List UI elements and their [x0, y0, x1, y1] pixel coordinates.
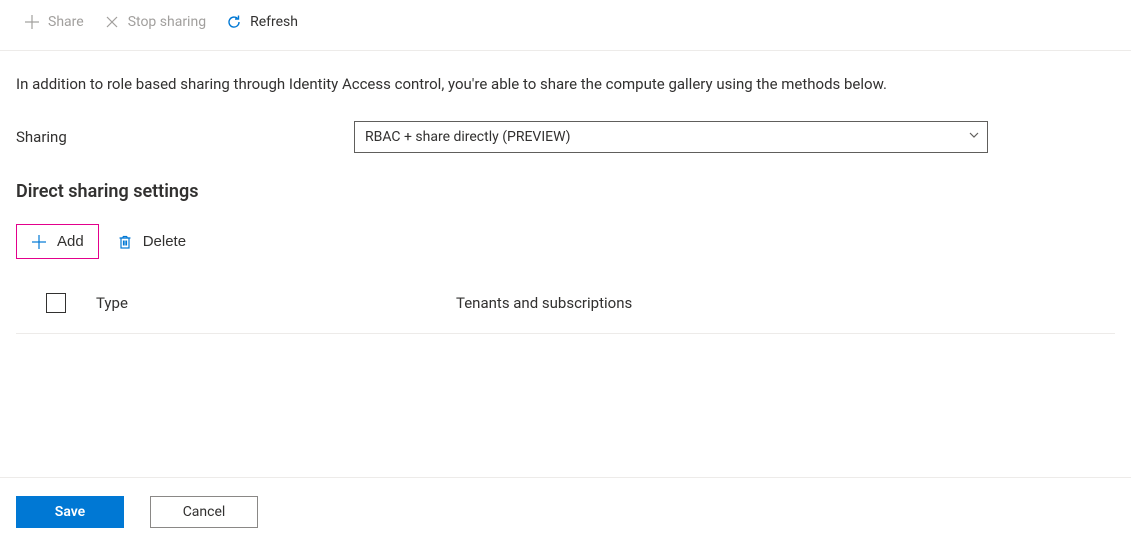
sharing-row: Sharing RBAC + share directly (PREVIEW) — [16, 121, 1115, 153]
x-icon — [104, 14, 120, 30]
add-label: Add — [57, 233, 84, 250]
command-bar: Share Stop sharing Refresh — [0, 0, 1131, 51]
delete-button[interactable]: Delete — [107, 225, 196, 258]
save-button[interactable]: Save — [16, 496, 124, 528]
plus-icon — [31, 234, 47, 250]
trash-icon — [117, 234, 133, 250]
footer-bar: Save Cancel — [0, 477, 1131, 546]
stop-sharing-button: Stop sharing — [96, 10, 214, 34]
description-text: In addition to role based sharing throug… — [16, 75, 1115, 93]
stop-sharing-label: Stop sharing — [128, 14, 206, 30]
direct-sharing-heading: Direct sharing settings — [16, 181, 1115, 202]
share-label: Share — [48, 14, 84, 30]
column-type: Type — [96, 294, 456, 312]
content-area: In addition to role based sharing throug… — [0, 51, 1131, 334]
plus-icon — [24, 14, 40, 30]
sharing-select[interactable]: RBAC + share directly (PREVIEW) — [354, 121, 988, 153]
delete-label: Delete — [143, 233, 186, 250]
header-checkbox-cell — [16, 293, 96, 313]
select-all-checkbox[interactable] — [46, 293, 66, 313]
table-header-row: Type Tenants and subscriptions — [16, 287, 1115, 319]
sharing-table: Type Tenants and subscriptions — [16, 287, 1115, 334]
action-row: Add Delete — [16, 224, 1115, 259]
sharing-label: Sharing — [16, 128, 354, 146]
column-tenants: Tenants and subscriptions — [456, 294, 1115, 312]
sharing-value: RBAC + share directly (PREVIEW) — [365, 129, 571, 145]
cancel-button[interactable]: Cancel — [150, 496, 258, 528]
refresh-button[interactable]: Refresh — [218, 10, 306, 34]
refresh-icon — [226, 14, 242, 30]
refresh-label: Refresh — [250, 14, 298, 30]
add-button[interactable]: Add — [16, 224, 99, 259]
share-button: Share — [16, 10, 92, 34]
